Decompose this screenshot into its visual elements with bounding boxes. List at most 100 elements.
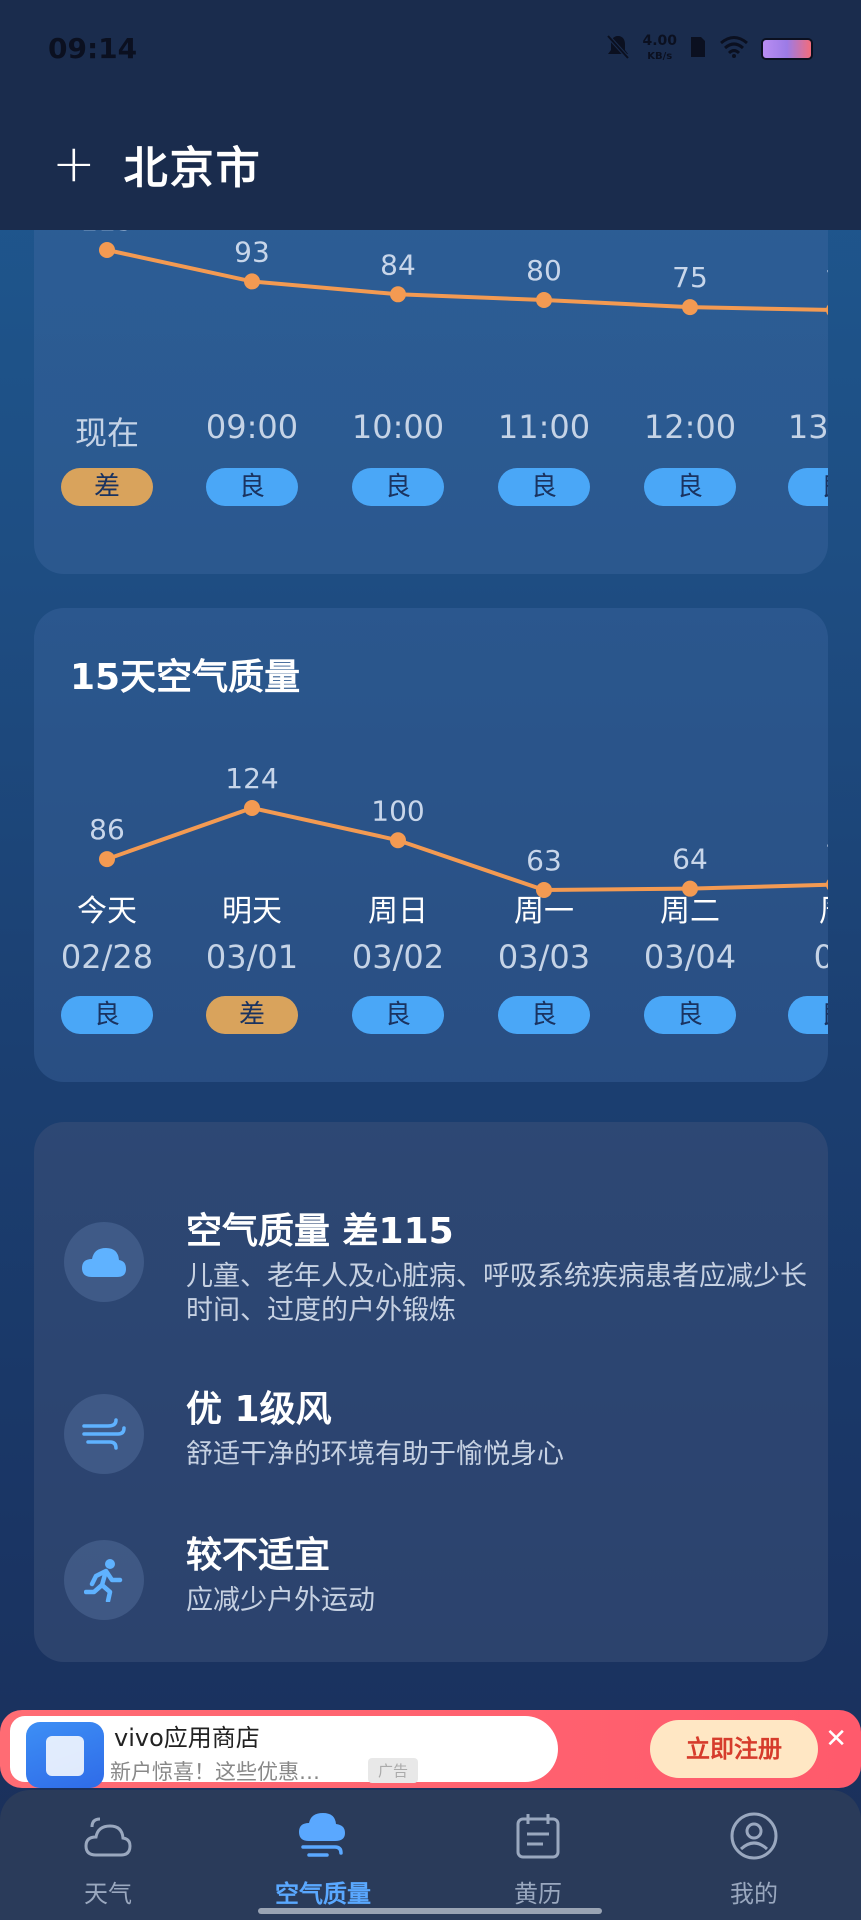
aqi-level-badge: 良 <box>498 468 590 506</box>
data-label: 80 <box>526 254 562 287</box>
date-label: 03/01 <box>205 938 299 976</box>
data-label: 84 <box>380 248 416 281</box>
hour-label: 09:00 <box>205 408 299 446</box>
aqi-level-badge: 良 <box>788 996 828 1034</box>
nav-label: 空气质量 <box>275 1880 371 1908</box>
ad-banner[interactable]: vivo应用商店 新户惊喜！这些优惠… 广告 立即注册 ✕ <box>0 1710 861 1788</box>
net-speed-unit: KB/s <box>647 51 673 62</box>
nav-label: 我的 <box>730 1880 778 1908</box>
series-line <box>106 805 828 893</box>
top-bar: 09:14 4.00 KB/s + 北京市 <box>0 0 861 230</box>
calendar-icon <box>458 1808 618 1864</box>
aqi-level-badge: 良 <box>788 468 828 506</box>
tips-card: 空气质量 差115 儿童、老年人及心脏病、呼吸系统疾病患者应减少长时间、过度的户… <box>34 1122 828 1662</box>
data-label: 64 <box>672 843 708 876</box>
nav-almanac[interactable]: 黄历 <box>458 1808 618 1909</box>
city-name[interactable]: 北京市 <box>124 132 262 196</box>
date-label: 03 <box>813 938 828 976</box>
day-label: 周二 <box>660 894 720 929</box>
aqi-level-badge: 良 <box>352 996 444 1034</box>
data-point <box>390 832 406 849</box>
nav-weather[interactable]: 天气 <box>28 1808 188 1909</box>
data-point <box>99 851 115 868</box>
sim-icon <box>689 35 707 63</box>
nav-label: 黄历 <box>514 1880 562 1908</box>
wind-icon <box>64 1394 144 1474</box>
register-button[interactable]: 立即注册 <box>650 1720 818 1778</box>
weather-icon <box>28 1808 188 1864</box>
data-point <box>244 273 260 290</box>
running-icon <box>64 1540 144 1620</box>
series-line <box>106 248 828 312</box>
ad-content[interactable]: vivo应用商店 新户惊喜！这些优惠… 广告 <box>10 1716 558 1788</box>
status-time: 09:14 <box>48 32 138 65</box>
close-icon[interactable]: ✕ <box>825 1724 847 1754</box>
aqi-level-badge: 差 <box>61 468 153 506</box>
aqi-level-badge: 良 <box>644 468 736 506</box>
tip-exercise[interactable]: 较不适宜 应减少户外运动 <box>64 1526 824 1636</box>
data-label: 100 <box>371 794 424 827</box>
tip-wind[interactable]: 优 1级风 舒适干净的环境有助于愉悦身心 <box>64 1380 824 1490</box>
tip-title: 空气质量 差115 <box>186 1211 454 1252</box>
status-icons: 4.00 KB/s <box>606 34 813 64</box>
nav-mine[interactable]: 我的 <box>674 1808 834 1909</box>
tip-desc: 舒适干净的环境有助于愉悦身心 <box>186 1439 564 1470</box>
data-label: 7 <box>825 839 828 872</box>
nav-label: 天气 <box>84 1880 132 1908</box>
hour-label: 现在 <box>74 414 139 452</box>
ad-subtitle: 新户惊喜！这些优惠… <box>110 1760 320 1784</box>
profile-icon <box>674 1808 834 1864</box>
hour-label: 10:00 <box>351 408 445 446</box>
bottom-nav: 天气 空气质量 黄历 我的 <box>0 1790 861 1920</box>
air-quality-icon <box>243 1808 403 1864</box>
tip-air-quality[interactable]: 空气质量 差115 儿童、老年人及心脏病、呼吸系统疾病患者应减少长时间、过度的户… <box>64 1202 824 1342</box>
data-label: 63 <box>526 844 562 877</box>
aqi-level-badge: 良 <box>206 468 298 506</box>
data-label: 124 <box>225 762 278 795</box>
data-point <box>244 800 260 816</box>
hour-label: 13:00 <box>787 408 828 446</box>
data-label: 93 <box>234 235 270 268</box>
tip-title: 较不适宜 <box>186 1535 331 1576</box>
net-speed-value: 4.00 <box>642 33 677 49</box>
day-label: 周 <box>769 886 828 930</box>
aqi-level-badge: 良 <box>644 996 736 1034</box>
tip-title: 优 1级风 <box>186 1389 332 1430</box>
data-point <box>536 292 552 308</box>
data-point <box>390 286 406 303</box>
hourly-aqi-chart: 115938480757 <box>80 204 828 316</box>
mute-bell-icon <box>606 34 630 64</box>
wifi-icon <box>719 35 749 63</box>
app-store-logo <box>26 1722 104 1788</box>
data-label: 7 <box>825 264 828 297</box>
net-speed: 4.00 KB/s <box>642 34 677 64</box>
home-indicator[interactable] <box>258 1908 602 1914</box>
city-header: + 北京市 <box>52 132 262 196</box>
tip-desc: 儿童、老年人及心脏病、呼吸系统疾病患者应减少长时间、过度的户外锻炼 <box>186 1261 807 1326</box>
day-label: 周日 <box>368 894 428 929</box>
day-label: 明天 <box>222 894 282 929</box>
aqi-level-badge: 良 <box>352 468 444 506</box>
nav-air-quality[interactable]: 空气质量 <box>243 1808 403 1909</box>
battery-icon <box>761 38 813 60</box>
hour-label: 12:00 <box>643 408 737 446</box>
tip-desc: 应减少户外运动 <box>186 1585 375 1616</box>
data-point <box>826 304 828 316</box>
day-label: 今天 <box>77 894 137 929</box>
add-city-button[interactable]: + <box>52 138 96 190</box>
aqi-level-badge: 良 <box>498 996 590 1034</box>
hourly-aqi-card[interactable]: 115938480757 现在差09:00良10:00良11:00良12:00良… <box>34 180 828 574</box>
data-label: 86 <box>89 813 125 846</box>
data-point <box>99 242 115 258</box>
date-label: 03/02 <box>351 938 445 976</box>
aqi-level-badge: 良 <box>61 996 153 1034</box>
cloud-icon <box>64 1222 144 1302</box>
data-label: 75 <box>672 261 708 294</box>
ad-tag: 广告 <box>368 1758 419 1783</box>
ad-title: vivo应用商店 <box>114 1724 260 1752</box>
date-label: 03/04 <box>643 938 737 976</box>
forecast-15-card[interactable]: 15天空气质量 8612410063647 今天02/28良明天03/01差周日… <box>34 608 828 1082</box>
aqi-level-badge: 差 <box>206 996 298 1034</box>
data-point <box>682 299 698 316</box>
date-label: 02/28 <box>60 938 154 976</box>
